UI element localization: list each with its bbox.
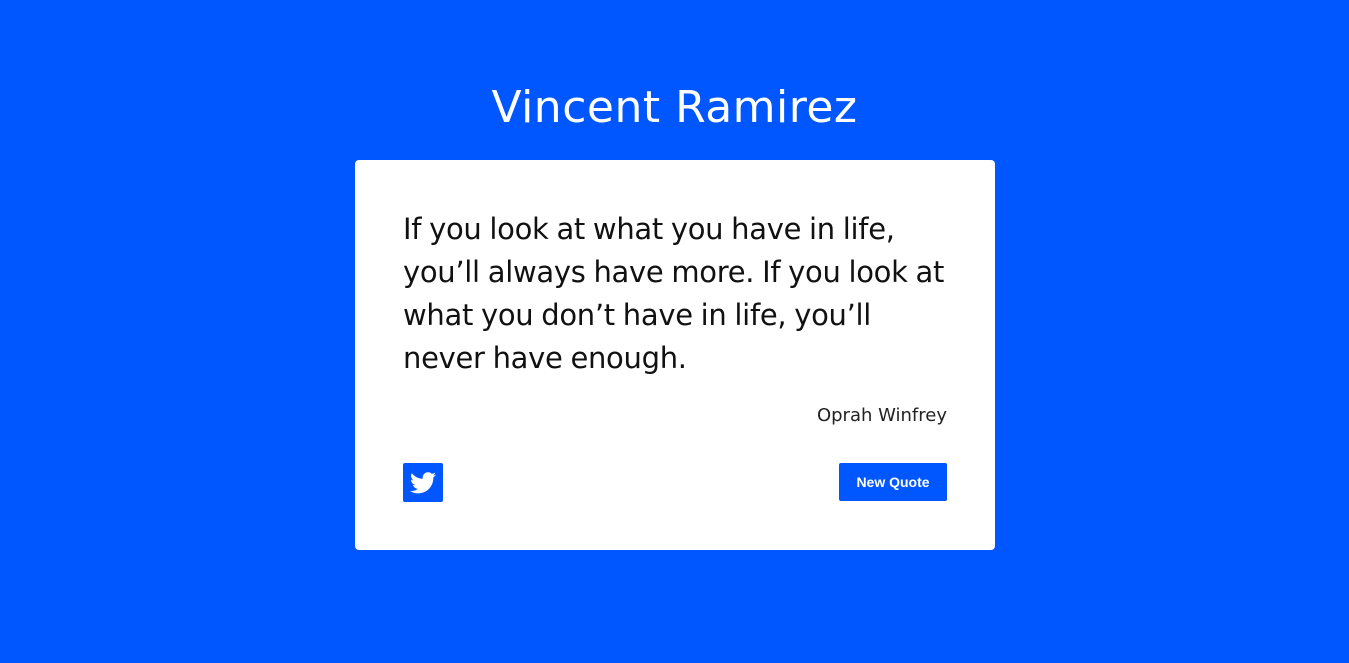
- quote-card: If you look at what you have in life, yo…: [355, 160, 995, 550]
- new-quote-button[interactable]: New Quote: [839, 463, 947, 501]
- tweet-quote-button[interactable]: [403, 463, 443, 502]
- page-title: Vincent Ramirez: [491, 82, 858, 133]
- twitter-icon: [410, 471, 436, 494]
- quote-author: Oprah Winfrey: [816, 405, 947, 426]
- quote-text: If you look at what you have in life, yo…: [403, 212, 945, 375]
